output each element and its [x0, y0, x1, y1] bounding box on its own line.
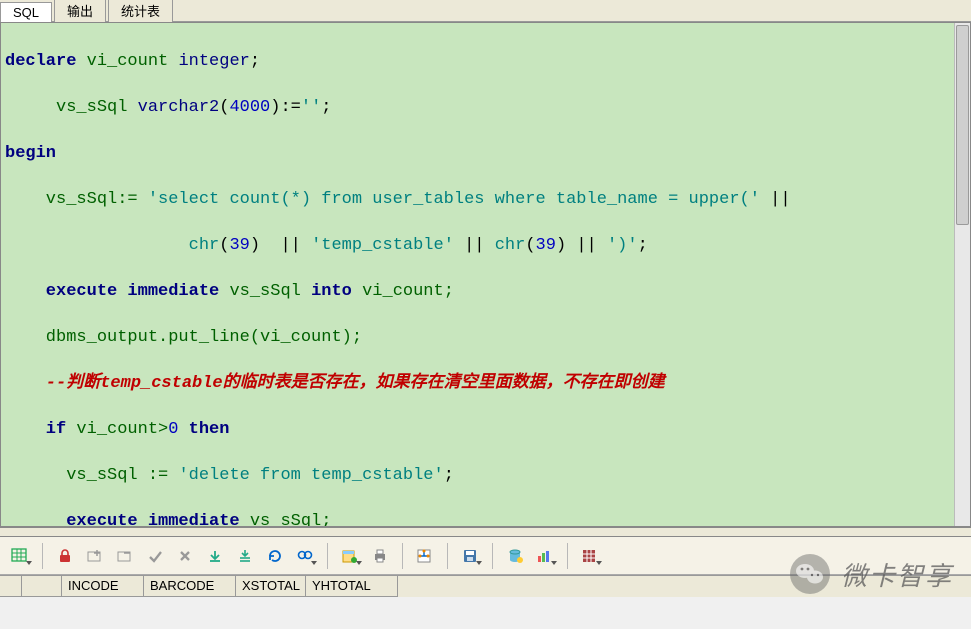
kw-execute-immediate: execute immediate [5, 512, 240, 527]
chevron-down-icon [476, 561, 482, 565]
col-yhtotal[interactable]: YHTOTAL [306, 576, 398, 597]
col-spacer[interactable] [22, 576, 62, 597]
fetch-next-button[interactable] [201, 542, 229, 570]
kw-if: if [5, 420, 66, 439]
rollback-button[interactable] [171, 542, 199, 570]
wechat-icon [789, 553, 831, 595]
num-0: 0 [168, 420, 178, 439]
sql-editor[interactable]: declare vi_count integer; vs_sSql varcha… [0, 22, 971, 527]
concat: || [760, 190, 801, 209]
tab-stats[interactable]: 统计表 [108, 0, 173, 22]
num-4000: 4000 [229, 98, 270, 117]
editor-scrollbar[interactable] [954, 23, 970, 526]
str-select: 'select count(*) from user_tables where … [148, 190, 760, 209]
type-varchar2: varchar2 [138, 98, 220, 117]
str-temp-cstable: 'temp_cstable' [311, 236, 454, 255]
var-vs-ssql: vs_sSql [5, 98, 138, 117]
assign-vs-ssql: vs_sSql:= [5, 190, 148, 209]
chevron-down-icon [551, 561, 557, 565]
kw-begin: begin [5, 144, 56, 163]
tab-bar: SQL 输出 统计表 [0, 0, 971, 22]
chevron-down-icon [26, 561, 32, 565]
kw-then: then [178, 420, 229, 439]
semi: ; [321, 98, 331, 117]
paren: ( [525, 236, 535, 255]
col-incode[interactable]: INCODE [62, 576, 144, 597]
paren: ( [219, 236, 229, 255]
str-empty: '' [301, 98, 321, 117]
kw-declare: declare [5, 52, 76, 71]
separator [492, 543, 493, 569]
refresh-button[interactable] [261, 542, 289, 570]
chevron-down-icon [356, 561, 362, 565]
indent [5, 236, 189, 255]
kw-execute-immediate: execute immediate [5, 282, 219, 301]
assign-vs-ssql: vs_sSql := [5, 466, 178, 485]
separator [327, 543, 328, 569]
fn-chr: chr [495, 236, 526, 255]
semi: ; [250, 52, 260, 71]
grid-options-button[interactable] [576, 542, 604, 570]
comment-temp-table: --判断temp_cstable的临时表是否存在，如果存在清空里面数据，不存在即… [5, 374, 665, 393]
code-content[interactable]: declare vi_count integer; vs_sSql varcha… [1, 23, 970, 527]
cond-vi-count: vi_count> [66, 420, 168, 439]
num-39: 39 [536, 236, 556, 255]
str-close-paren: ')' [607, 236, 638, 255]
find-button[interactable] [291, 542, 319, 570]
var-vs-ssql: vs_sSql [219, 282, 311, 301]
chart-button[interactable] [531, 542, 559, 570]
semi: ; [638, 236, 648, 255]
watermark-text: 微卡智享 [841, 556, 953, 593]
separator [402, 543, 403, 569]
table-select-button[interactable] [6, 542, 34, 570]
watermark: 微卡智享 [789, 553, 953, 595]
col-barcode[interactable]: BARCODE [144, 576, 236, 597]
lock-button[interactable] [51, 542, 79, 570]
sql-text-button[interactable] [411, 542, 439, 570]
scrollbar-thumb[interactable] [956, 25, 969, 225]
fetch-all-button[interactable] [231, 542, 259, 570]
assign: ):= [270, 98, 301, 117]
commit-button[interactable] [141, 542, 169, 570]
type-integer: integer [178, 52, 249, 71]
tab-output[interactable]: 输出 [54, 0, 106, 22]
kw-into: into [311, 282, 352, 301]
fn-chr: chr [189, 236, 220, 255]
var-vi-count: vi_count [76, 52, 178, 71]
num-39: 39 [229, 236, 249, 255]
str-delete: 'delete from temp_cstable' [178, 466, 443, 485]
chevron-down-icon [596, 561, 602, 565]
var-vs-ssql: vs_sSql; [240, 512, 332, 527]
print-button[interactable] [366, 542, 394, 570]
paren: ( [219, 98, 229, 117]
col-xstotal[interactable]: XSTOTAL [236, 576, 306, 597]
dbms-output: dbms_output.put_line(vi_count); [5, 328, 362, 347]
add-record-button[interactable] [81, 542, 109, 570]
separator [567, 543, 568, 569]
var-vi-count: vi_count; [352, 282, 454, 301]
separator [447, 543, 448, 569]
paren-cat: ) || [556, 236, 607, 255]
delete-record-button[interactable] [111, 542, 139, 570]
database-button[interactable] [501, 542, 529, 570]
semi: ; [444, 466, 454, 485]
separator [42, 543, 43, 569]
paren-cat: ) || [250, 236, 311, 255]
tab-sql[interactable]: SQL [0, 2, 52, 22]
chevron-down-icon [311, 561, 317, 565]
export-button[interactable] [336, 542, 364, 570]
save-button[interactable] [456, 542, 484, 570]
concat: || [454, 236, 495, 255]
pane-splitter[interactable] [0, 527, 971, 537]
col-rownum[interactable] [0, 576, 22, 597]
